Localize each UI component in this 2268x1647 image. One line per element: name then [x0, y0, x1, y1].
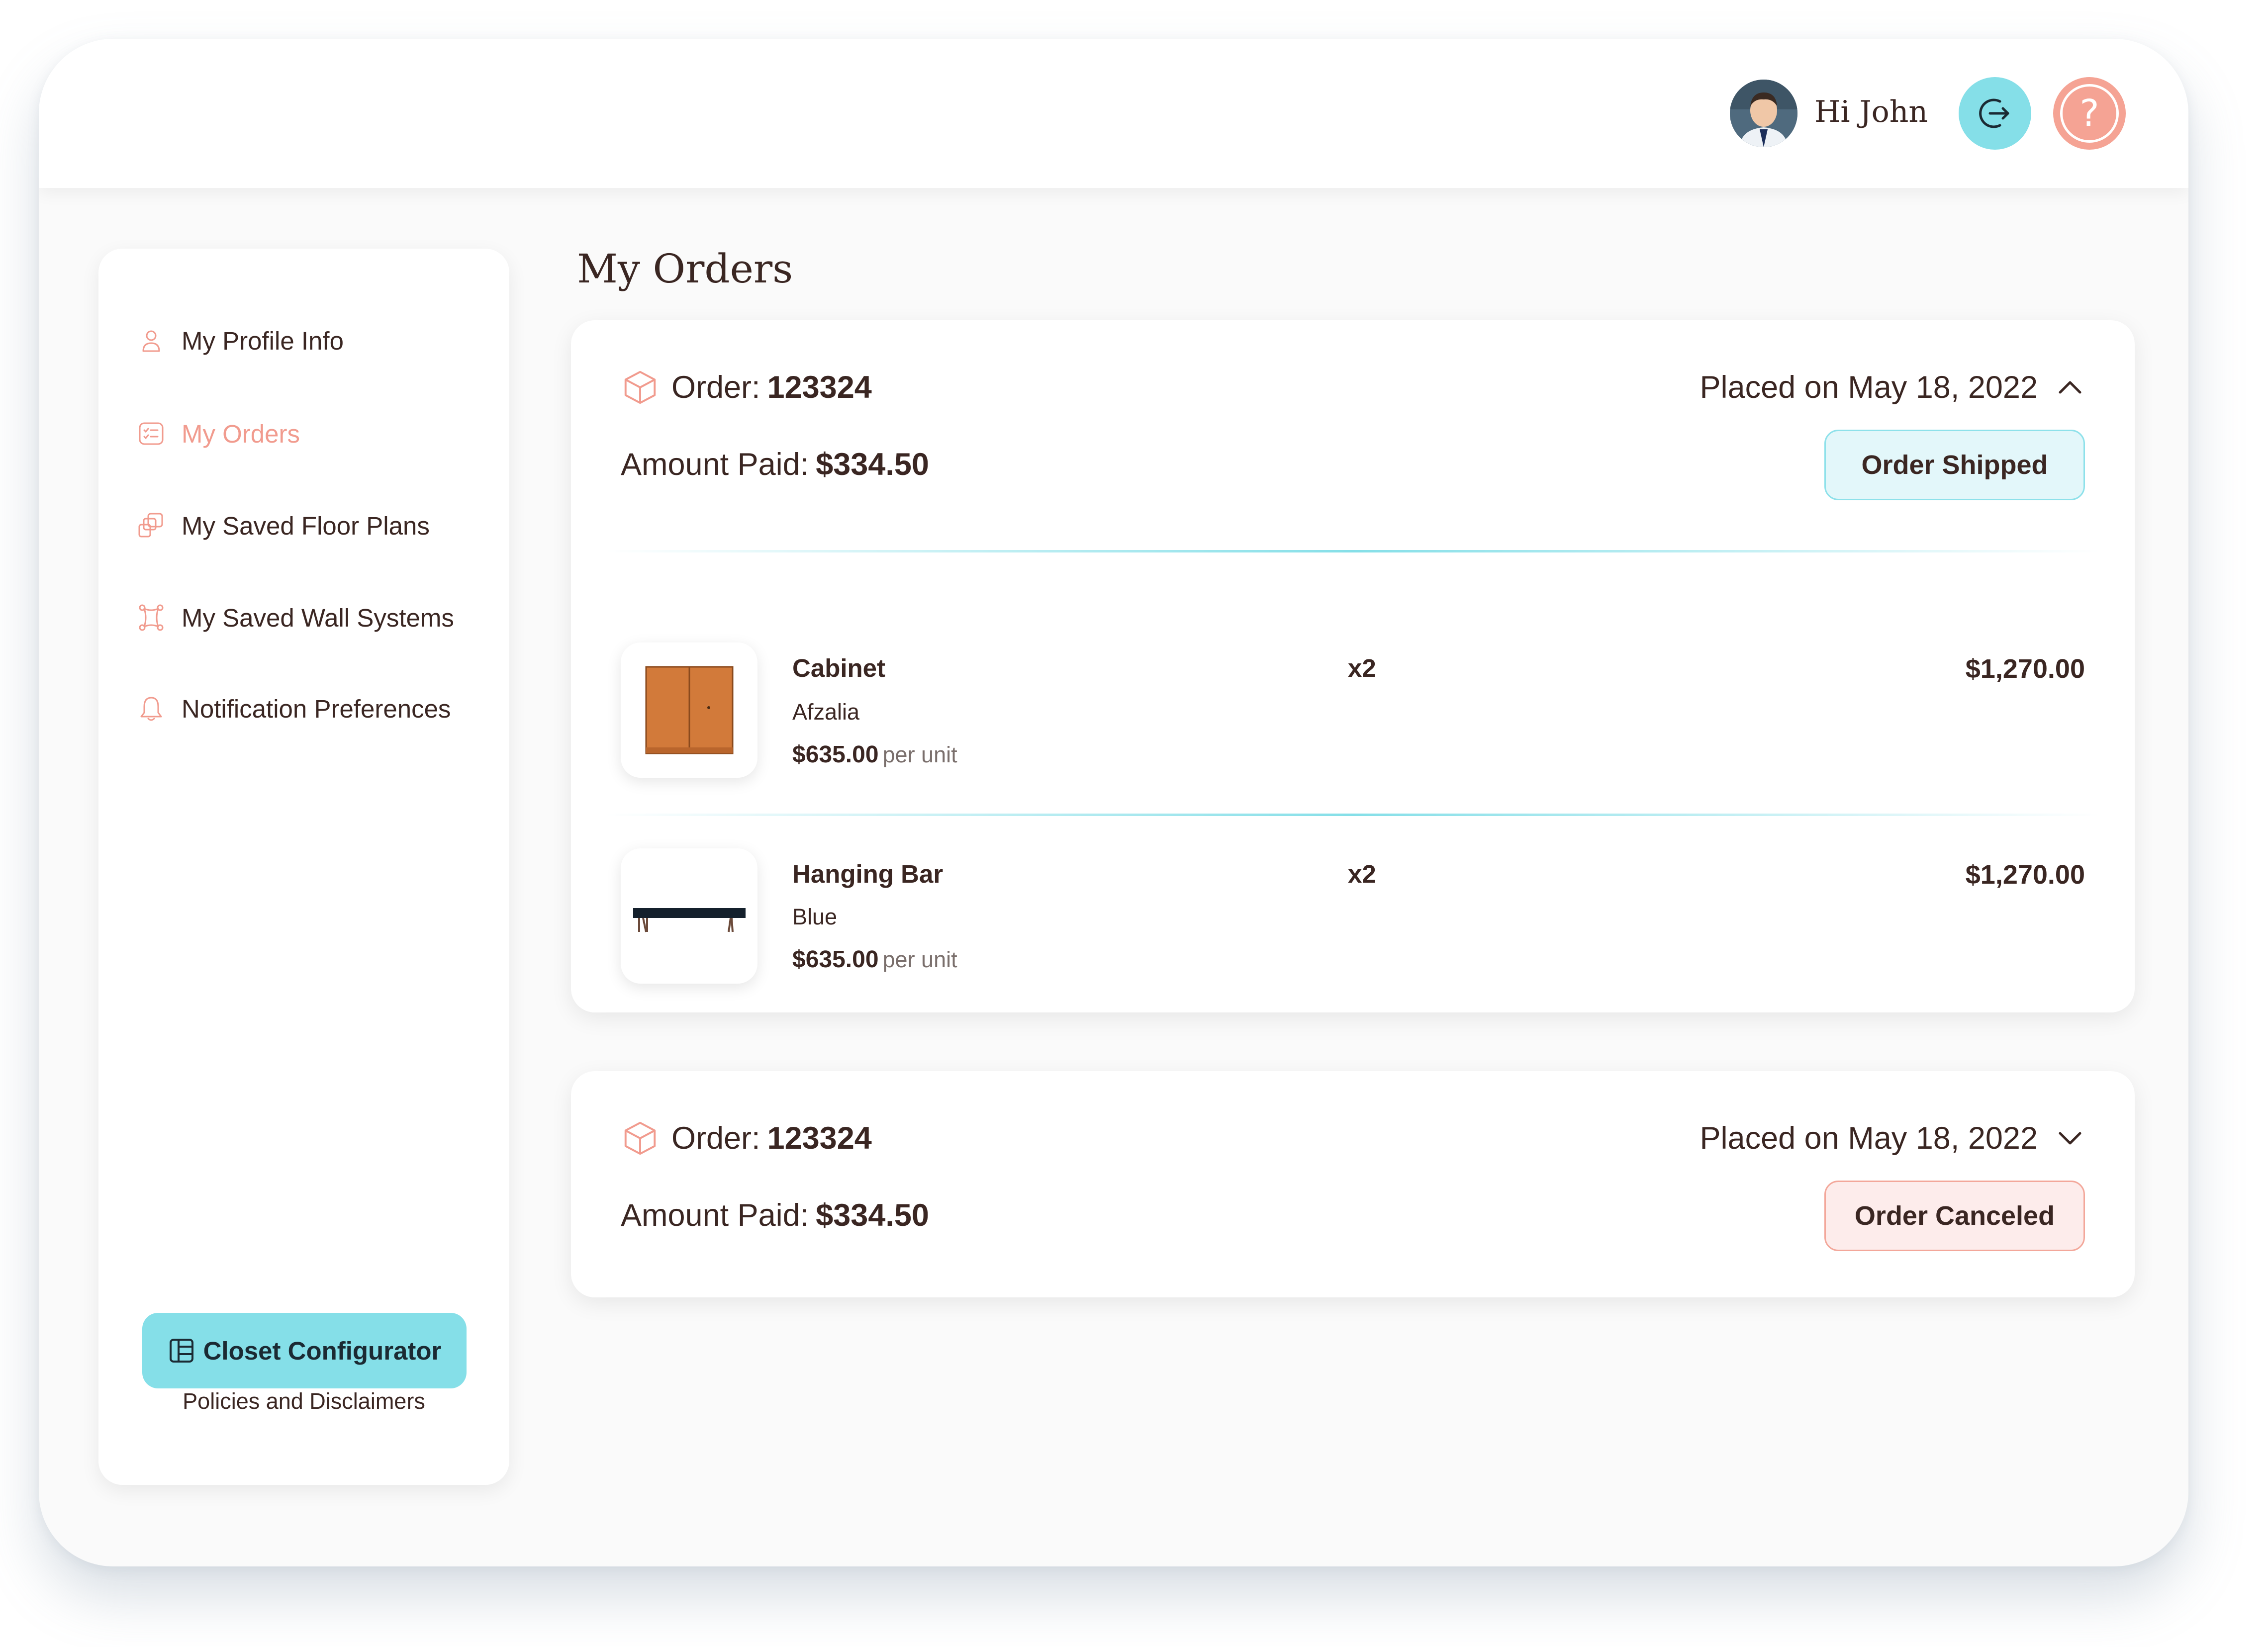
item-variant: Blue — [792, 904, 838, 929]
order-number-line: Order: 123324 — [621, 365, 872, 410]
sidebar-item-label: My Orders — [182, 419, 300, 448]
product-thumbnail[interactable] — [621, 642, 757, 778]
sidebar: My Profile Info My Orders My Saved Floor… — [98, 249, 509, 1485]
product-thumbnail[interactable] — [621, 848, 757, 984]
package-icon — [624, 370, 656, 404]
sidebar-item-profile[interactable]: My Profile Info — [136, 318, 344, 363]
hanging-bar-image — [633, 908, 746, 932]
policies-link[interactable]: Policies and Disclaimers — [98, 1388, 509, 1414]
amount-label: Amount Paid: — [621, 447, 809, 482]
wall-systems-icon — [136, 602, 167, 633]
placed-date: Placed on May 18, 2022 — [1700, 1121, 2038, 1156]
page-title: My Orders — [577, 246, 793, 292]
sidebar-item-wall-systems[interactable]: My Saved Wall Systems — [136, 595, 454, 640]
orders-list-icon — [136, 418, 167, 449]
divider — [606, 814, 2100, 816]
unit-price-value: $635.00 — [792, 946, 879, 973]
sidebar-item-notifications[interactable]: Notification Preferences — [136, 686, 451, 731]
greeting-text: Hi John — [1814, 94, 1928, 129]
sidebar-item-label: Notification Preferences — [182, 694, 451, 723]
sidebar-item-label: My Profile Info — [182, 326, 344, 355]
sidebar-item-label: My Saved Wall Systems — [182, 603, 454, 632]
question-icon: ? — [2060, 84, 2119, 143]
order-card: Order: 123324 Amount Paid: $334.50 Placed… — [571, 1071, 2135, 1297]
amount-value: $334.50 — [816, 1198, 929, 1233]
order-number: 123324 — [767, 370, 872, 405]
help-button[interactable]: ? — [2053, 77, 2126, 150]
package-icon — [624, 1121, 656, 1155]
user-icon — [136, 325, 167, 356]
closet-configurator-label: Closet Configurator — [203, 1336, 442, 1365]
avatar-image — [1730, 80, 1797, 147]
closet-configurator-button[interactable]: Closet Configurator — [142, 1313, 467, 1388]
amount-value: $334.50 — [816, 447, 929, 482]
sidebar-item-orders[interactable]: My Orders — [136, 411, 300, 456]
cabinet-image — [645, 666, 733, 754]
chevron-down-icon[interactable] — [2055, 1123, 2085, 1153]
status-badge: Order Shipped — [1824, 430, 2085, 500]
unit-price-value: $635.00 — [792, 741, 879, 768]
item-name: Cabinet — [792, 654, 886, 682]
sidebar-item-floor-plans[interactable]: My Saved Floor Plans — [136, 503, 430, 548]
avatar[interactable] — [1730, 80, 1797, 147]
item-name: Hanging Bar — [792, 860, 944, 888]
amount-label: Amount Paid: — [621, 1198, 809, 1233]
order-label: Order: — [671, 370, 760, 405]
item-unit-price: $635.00 per unit — [792, 946, 957, 973]
item-unit-price: $635.00 per unit — [792, 741, 957, 768]
top-header: Hi John ? — [39, 39, 2188, 188]
item-variant: Afzalia — [792, 699, 860, 725]
logout-button[interactable] — [1959, 77, 2031, 150]
status-badge: Order Canceled — [1824, 1181, 2085, 1251]
chevron-up-icon[interactable] — [2055, 372, 2085, 402]
amount-paid-line: Amount Paid: $334.50 — [621, 1197, 929, 1233]
order-number-line: Order: 123324 — [621, 1116, 872, 1161]
floor-plans-icon — [136, 510, 167, 541]
item-quantity: x2 — [1348, 654, 1376, 682]
bell-icon — [136, 693, 167, 724]
item-total: $1,270.00 — [1965, 654, 2085, 684]
per-unit-label: per unit — [882, 947, 957, 972]
logout-arrow-icon — [1979, 98, 2009, 128]
sidebar-item-label: My Saved Floor Plans — [182, 511, 430, 540]
item-quantity: x2 — [1348, 860, 1376, 888]
item-total: $1,270.00 — [1965, 860, 2085, 890]
order-card: Order: 123324 Amount Paid: $334.50 Placed… — [571, 320, 2135, 1012]
order-label: Order: — [671, 1121, 760, 1156]
divider — [606, 550, 2100, 552]
per-unit-label: per unit — [882, 742, 957, 767]
app-window: Hi John ? My Profile Info My Orders My S… — [39, 39, 2188, 1566]
placed-date: Placed on May 18, 2022 — [1700, 370, 2038, 405]
order-number: 123324 — [767, 1121, 872, 1156]
amount-paid-line: Amount Paid: $334.50 — [621, 447, 929, 482]
layout-grid-icon — [169, 1339, 193, 1363]
